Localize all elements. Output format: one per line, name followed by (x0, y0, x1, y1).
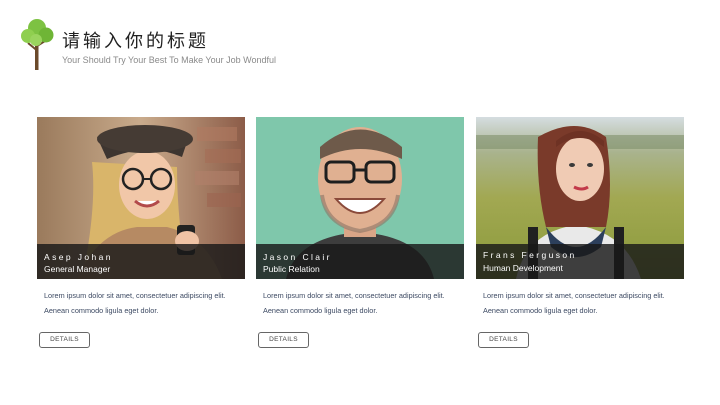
member-description: Lorem ipsum dolor sit amet, consectetuer… (44, 291, 226, 315)
details-button[interactable]: DETAILS (258, 332, 309, 348)
team-photo: Frans Ferguson Human Development (476, 117, 684, 279)
card-caption: Frans Ferguson Human Development (476, 244, 684, 279)
member-name: Asep Johan (44, 252, 113, 262)
team-photo: Asep Johan General Manager (37, 117, 245, 279)
page-subtitle: Your Should Try Your Best To Make Your J… (62, 55, 276, 65)
page-title: 请输入你的标题 (62, 31, 209, 52)
member-role: General Manager (44, 264, 111, 274)
details-button[interactable]: DETAILS (39, 332, 90, 348)
team-card: Frans Ferguson Human Development Lorem i… (476, 117, 684, 348)
team-card: Jason Clair Public Relation Lorem ipsum … (256, 117, 464, 348)
slide: 请输入你的标题 Your Should Try Your Best To Mak… (0, 0, 720, 405)
member-name: Frans Ferguson (483, 250, 577, 260)
team-photo: Jason Clair Public Relation (256, 117, 464, 279)
details-button[interactable]: DETAILS (478, 332, 529, 348)
member-role: Human Development (483, 263, 563, 273)
member-description: Lorem ipsum dolor sit amet, consectetuer… (483, 291, 665, 315)
member-description: Lorem ipsum dolor sit amet, consectetuer… (263, 291, 445, 315)
card-caption: Asep Johan General Manager (37, 244, 245, 279)
member-role: Public Relation (263, 264, 320, 274)
tree-icon (21, 19, 54, 70)
team-card: Asep Johan General Manager Lorem ipsum d… (37, 117, 245, 348)
card-caption: Jason Clair Public Relation (256, 244, 464, 279)
member-name: Jason Clair (263, 252, 332, 262)
